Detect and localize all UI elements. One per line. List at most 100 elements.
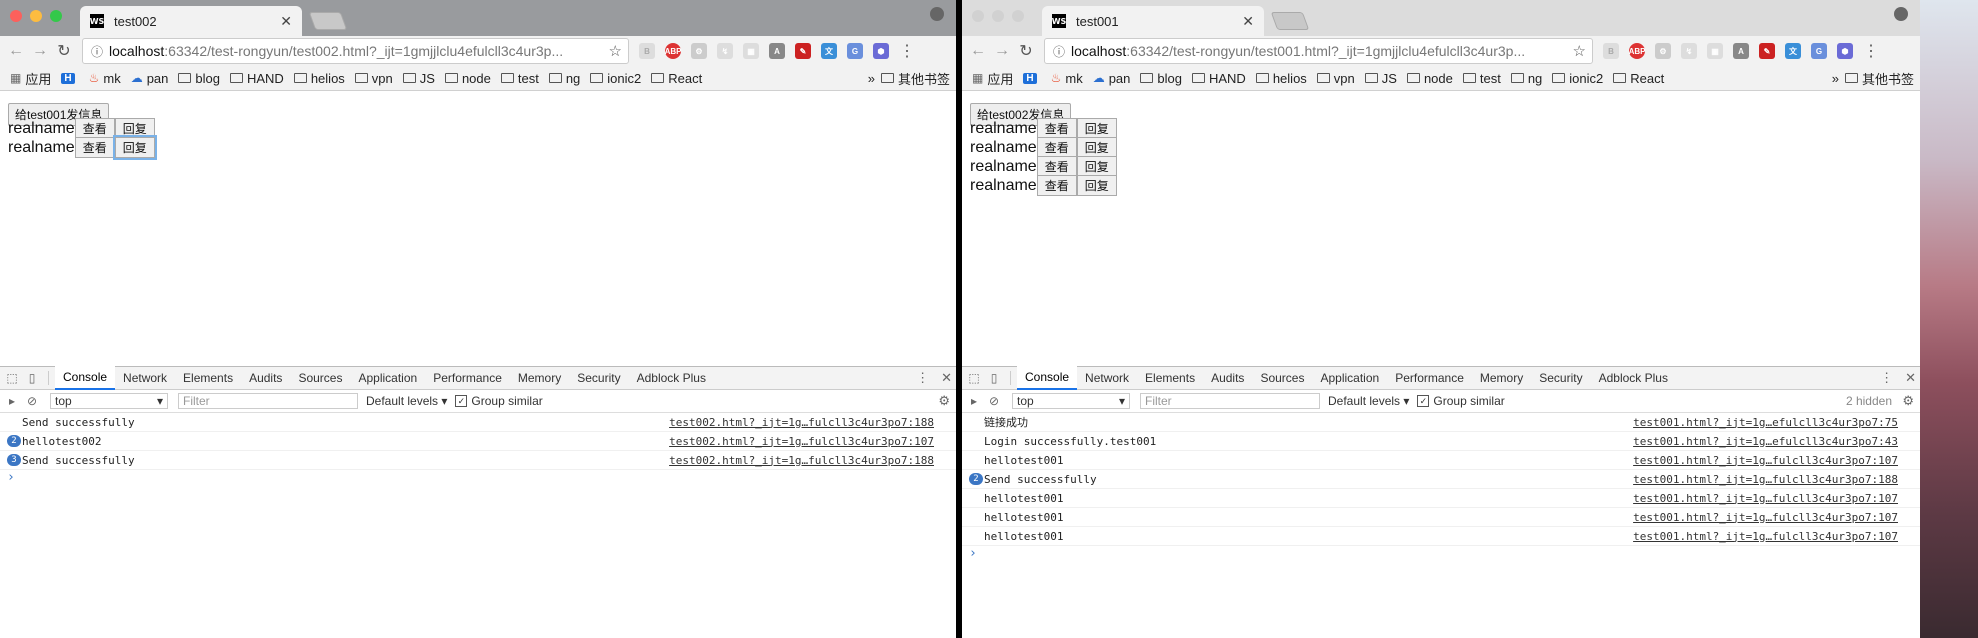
reply-button[interactable]: 回复 <box>1076 118 1117 139</box>
devtools-tab-network[interactable]: Network <box>115 367 175 389</box>
devtools-tab-console[interactable]: Console <box>1017 366 1078 390</box>
maximize-window-button[interactable] <box>50 10 62 22</box>
bookmark-pan[interactable]: ☁ pan <box>131 71 169 86</box>
other-bookmarks[interactable]: 其他书签 <box>1844 69 1914 88</box>
devtools-tab-audits[interactable]: Audits <box>1203 367 1252 389</box>
browser-tab[interactable]: WS test002 ✕ <box>80 6 302 36</box>
forward-arrow-icon[interactable]: → <box>28 42 52 60</box>
devtools-tab-memory[interactable]: Memory <box>1472 367 1531 389</box>
console-source-link[interactable]: test001.html?_ijt=1g…fulcll3c4ur3po7:107 <box>1633 492 1898 505</box>
purple-extension-icon[interactable]: ⬢ <box>873 43 889 59</box>
bookmark-h[interactable]: H <box>1023 72 1040 84</box>
clear-console-icon[interactable]: ⊘ <box>22 394 42 408</box>
back-arrow-icon[interactable]: ← <box>4 42 28 60</box>
console-source-link[interactable]: test002.html?_ijt=1g…fulcll3c4ur3po7:107 <box>669 435 934 448</box>
sidebar-toggle-icon[interactable]: ▸ <box>2 394 22 408</box>
bootstrap-extension-icon[interactable]: B <box>1603 43 1619 59</box>
bookmark-helios[interactable]: helios <box>1255 71 1307 86</box>
console-source-link[interactable]: test001.html?_ijt=1g…efulcll3c4ur3po7:75 <box>1633 416 1898 429</box>
devtools-tab-audits[interactable]: Audits <box>241 367 290 389</box>
grid-extension-icon[interactable]: ▦ <box>743 43 759 59</box>
translate-extension-icon[interactable]: 文 <box>1785 43 1801 59</box>
view-button[interactable]: 查看 <box>74 118 115 139</box>
bookmark-ionic2[interactable]: ionic2 <box>1552 71 1603 86</box>
bookmark-node[interactable]: node <box>444 71 491 86</box>
address-bar[interactable]: ⓘ localhost:63342/test-rongyun/test001.ht… <box>1044 38 1593 64</box>
bookmark-应用[interactable]: ▦ 应用 <box>10 69 51 88</box>
bookmark-blog[interactable]: blog <box>178 71 220 86</box>
console-source-link[interactable]: test001.html?_ijt=1g…fulcll3c4ur3po7:107 <box>1633 454 1898 467</box>
bookmark-mk[interactable]: ♨ mk <box>1051 71 1083 86</box>
profile-icon[interactable] <box>1894 7 1908 21</box>
bookmark-React[interactable]: React <box>651 71 702 86</box>
console-settings-gear-icon[interactable]: ⚙ <box>938 393 950 409</box>
console-source-link[interactable]: test002.html?_ijt=1g…fulcll3c4ur3po7:188 <box>669 416 934 429</box>
devtools-tab-console[interactable]: Console <box>55 366 116 390</box>
new-tab-button[interactable] <box>308 12 348 30</box>
bookmark-vpn[interactable]: vpn <box>354 71 393 86</box>
reply-button[interactable]: 回复 <box>114 118 155 139</box>
devtools-tab-network[interactable]: Network <box>1077 367 1137 389</box>
devtools-tab-sources[interactable]: Sources <box>290 367 350 389</box>
reload-icon[interactable]: ↻ <box>52 41 76 61</box>
console-settings-gear-icon[interactable]: ⚙ <box>1902 393 1914 409</box>
purple-extension-icon[interactable]: ⬢ <box>1837 43 1853 59</box>
log-levels-dropdown[interactable]: Default levels ▾ <box>366 394 447 408</box>
reply-button[interactable]: 回复 <box>1076 175 1117 196</box>
bookmark-h[interactable]: H <box>61 72 78 84</box>
google-translate-icon[interactable]: G <box>847 43 863 59</box>
devtools-tab-sources[interactable]: Sources <box>1252 367 1312 389</box>
maximize-window-button[interactable] <box>1012 10 1024 22</box>
inspect-element-icon[interactable]: ⬚ <box>964 371 984 385</box>
close-tab-icon[interactable]: ✕ <box>1242 13 1254 30</box>
devtools-menu-icon[interactable]: ⋮ <box>916 370 929 386</box>
devtools-tab-adblock-plus[interactable]: Adblock Plus <box>1591 367 1676 389</box>
devtools-tab-elements[interactable]: Elements <box>1137 367 1203 389</box>
reply-button[interactable]: 回复 <box>1076 156 1117 177</box>
device-toolbar-icon[interactable]: ▯ <box>984 371 1004 385</box>
back-arrow-icon[interactable]: ← <box>966 42 990 60</box>
extension-icon[interactable]: ↯ <box>1681 43 1697 59</box>
devtools-tab-application[interactable]: Application <box>350 367 425 389</box>
adblock-plus-icon[interactable]: ABP <box>1629 43 1645 59</box>
console-source-link[interactable]: test001.html?_ijt=1g…efulcll3c4ur3po7:43 <box>1633 435 1898 448</box>
browser-tab[interactable]: WS test001 ✕ <box>1042 6 1264 36</box>
sidebar-toggle-icon[interactable]: ▸ <box>964 394 984 408</box>
bookmark-star-icon[interactable]: ☆ <box>609 42 622 60</box>
adblock-plus-icon[interactable]: ABP <box>665 43 681 59</box>
console-source-link[interactable]: test002.html?_ijt=1g…fulcll3c4ur3po7:188 <box>669 454 934 467</box>
bookmarks-overflow-chevron[interactable]: » <box>1832 71 1839 86</box>
close-window-button[interactable] <box>10 10 22 22</box>
close-devtools-icon[interactable]: ✕ <box>941 370 952 386</box>
device-toolbar-icon[interactable]: ▯ <box>22 371 42 385</box>
bootstrap-extension-icon[interactable]: B <box>639 43 655 59</box>
info-icon[interactable]: ⓘ <box>91 43 103 60</box>
devtools-tab-performance[interactable]: Performance <box>1387 367 1472 389</box>
extension-icon[interactable]: ↯ <box>717 43 733 59</box>
bookmark-node[interactable]: node <box>1406 71 1453 86</box>
bookmark-JS[interactable]: JS <box>402 71 435 86</box>
close-tab-icon[interactable]: ✕ <box>280 13 292 30</box>
bookmark-ng[interactable]: ng <box>1510 71 1542 86</box>
minimize-window-button[interactable] <box>30 10 42 22</box>
devtools-tab-memory[interactable]: Memory <box>510 367 569 389</box>
forward-arrow-icon[interactable]: → <box>990 42 1014 60</box>
console-prompt[interactable]: › <box>7 470 956 486</box>
bookmark-helios[interactable]: helios <box>293 71 345 86</box>
bookmark-React[interactable]: React <box>1613 71 1664 86</box>
bookmarks-overflow-chevron[interactable]: » <box>868 71 875 86</box>
profile-icon[interactable] <box>930 7 944 21</box>
clear-console-icon[interactable]: ⊘ <box>984 394 1004 408</box>
console-source-link[interactable]: test001.html?_ijt=1g…fulcll3c4ur3po7:107 <box>1633 530 1898 543</box>
bookmark-应用[interactable]: ▦ 应用 <box>972 69 1013 88</box>
info-icon[interactable]: ⓘ <box>1053 43 1065 60</box>
red-extension-icon[interactable]: ✎ <box>795 43 811 59</box>
devtools-tab-security[interactable]: Security <box>1531 367 1590 389</box>
view-button[interactable]: 查看 <box>74 137 115 158</box>
devtools-tab-performance[interactable]: Performance <box>425 367 510 389</box>
console-source-link[interactable]: test001.html?_ijt=1g…fulcll3c4ur3po7:188 <box>1633 473 1898 486</box>
bookmark-HAND[interactable]: HAND <box>1191 71 1246 86</box>
bookmark-pan[interactable]: ☁ pan <box>1093 71 1131 86</box>
view-button[interactable]: 查看 <box>1036 175 1077 196</box>
bookmark-ionic2[interactable]: ionic2 <box>590 71 641 86</box>
